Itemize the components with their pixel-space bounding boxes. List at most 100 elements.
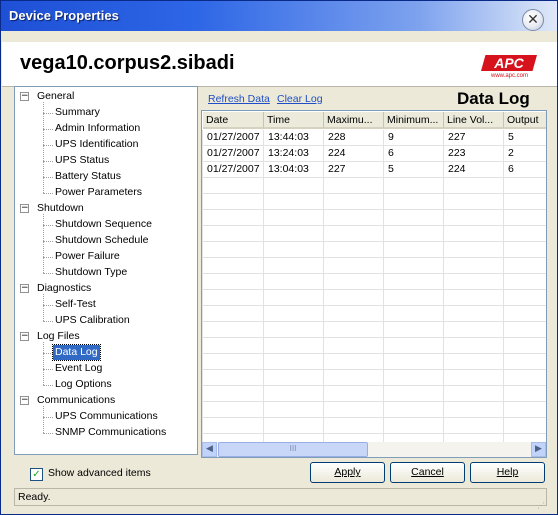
tree-item-summary[interactable]: Summary xyxy=(53,105,102,120)
data-log-list[interactable]: Date Time Maximu... Minimum... Line Vol... Ou… xyxy=(201,110,547,458)
navigation-tree[interactable]: − General Summary Admin Information UPS Iden… xyxy=(14,86,198,455)
tree-item-label: UPS Calibration xyxy=(55,314,130,326)
tree-connector xyxy=(43,241,53,242)
grid-line xyxy=(202,305,546,306)
clear-log-link[interactable]: Clear Log xyxy=(277,93,323,105)
tree-connector xyxy=(43,214,44,273)
tree-connector xyxy=(43,433,53,434)
show-advanced-label: Show advanced items xyxy=(48,467,151,479)
show-advanced-checkbox[interactable]: ✓ xyxy=(30,468,43,481)
column-header[interactable]: Date xyxy=(203,112,264,129)
horizontal-scrollbar[interactable]: ◀ III ▶ xyxy=(202,442,546,457)
tree-item-ups-status[interactable]: UPS Status xyxy=(53,153,111,168)
tree-connector xyxy=(43,257,53,258)
grid-line xyxy=(202,369,546,370)
arrow-left-icon: ◀ xyxy=(206,444,213,454)
tree-connector xyxy=(43,294,44,321)
apply-label: Apply xyxy=(334,466,361,478)
tree-connector xyxy=(43,193,53,194)
tree-item-log-files[interactable]: Log Files xyxy=(35,329,82,344)
column-header[interactable]: Output xyxy=(504,112,546,129)
tree-item-ups-communications[interactable]: UPS Communications xyxy=(53,409,160,424)
tree-item-self-test[interactable]: Self-Test xyxy=(53,297,98,312)
tree-item-shutdown-sequence[interactable]: Shutdown Sequence xyxy=(53,217,154,232)
tree-item-battery-status[interactable]: Battery Status xyxy=(53,169,123,184)
collapse-icon[interactable]: − xyxy=(20,396,29,405)
table-cell: 2 xyxy=(508,147,514,159)
grid-line xyxy=(202,257,546,258)
tree-item-label: Admin Information xyxy=(55,122,141,134)
title-bar[interactable]: Device Properties ✕ xyxy=(1,1,557,31)
table-cell: 224 xyxy=(328,147,346,159)
grid-line xyxy=(202,337,546,338)
tree-connector xyxy=(43,177,53,178)
column-header[interactable]: Time xyxy=(264,112,324,129)
grid-line xyxy=(202,193,546,194)
table-cell: 13:04:03 xyxy=(268,163,309,175)
tree-item-communications[interactable]: Communications xyxy=(35,393,117,408)
tree-connector xyxy=(43,417,53,418)
column-header[interactable]: Minimum... xyxy=(384,112,444,129)
scroll-thumb[interactable]: III xyxy=(218,442,368,457)
table-cell: 9 xyxy=(388,131,394,143)
tree-connector xyxy=(43,102,44,193)
column-header[interactable]: Maximu... xyxy=(324,112,384,129)
table-cell: 01/27/2007 xyxy=(207,163,260,175)
tree-item-ups-calibration[interactable]: UPS Calibration xyxy=(53,313,132,328)
tree-item-data-log[interactable]: Data Log xyxy=(52,344,101,361)
tree-item-shutdown-schedule[interactable]: Shutdown Schedule xyxy=(53,233,150,248)
tree-item-general[interactable]: General xyxy=(35,89,76,104)
table-cell: 228 xyxy=(328,131,346,143)
tree-item-snmp-communications[interactable]: SNMP Communications xyxy=(53,425,168,440)
table-cell: 227 xyxy=(448,131,466,143)
tree-item-admin-information[interactable]: Admin Information xyxy=(53,121,142,136)
table-cell: 224 xyxy=(448,163,466,175)
tree-item-label: Battery Status xyxy=(55,170,121,182)
checkmark-icon: ✓ xyxy=(32,469,41,480)
collapse-icon[interactable]: − xyxy=(20,92,29,101)
table-cell: 6 xyxy=(388,147,394,159)
grid-line xyxy=(202,289,546,290)
table-cell: 5 xyxy=(508,131,514,143)
help-label: Help xyxy=(496,466,519,478)
apc-logo-text: APC xyxy=(494,55,524,71)
tree-item-ups-identification[interactable]: UPS Identification xyxy=(53,137,140,152)
tree-item-label: UPS Communications xyxy=(55,410,158,422)
help-button[interactable]: Help xyxy=(470,462,545,483)
scroll-right-button[interactable]: ▶ xyxy=(531,442,546,457)
table-cell: 13:24:03 xyxy=(268,147,309,159)
collapse-icon[interactable]: − xyxy=(20,284,29,293)
grid-line xyxy=(202,433,546,434)
column-header[interactable]: Line Vol... xyxy=(444,112,504,129)
tree-item-label: Self-Test xyxy=(55,298,96,310)
tree-connector xyxy=(43,353,53,354)
grid-line xyxy=(202,385,546,386)
tree-item-log-options[interactable]: Log Options xyxy=(53,377,114,392)
status-text: Ready. xyxy=(18,491,51,503)
tree-item-label: SNMP Communications xyxy=(55,426,167,438)
host-name: vega10.corpus2.sibadi xyxy=(20,52,235,74)
grid-line xyxy=(202,401,546,402)
apply-button[interactable]: Apply xyxy=(310,462,385,483)
tree-item-power-failure[interactable]: Power Failure xyxy=(53,249,122,264)
arrow-right-icon: ▶ xyxy=(535,444,542,454)
tree-item-label: UPS Status xyxy=(55,154,110,166)
table-cell: 6 xyxy=(508,163,514,175)
tree-item-label: Log Options xyxy=(55,378,112,390)
tree-item-label: Communications xyxy=(37,394,116,406)
tree-item-label: Event Log xyxy=(55,362,103,374)
tree-item-shutdown-type[interactable]: Shutdown Type xyxy=(53,265,129,280)
apc-logo-url: www.apc.com xyxy=(491,73,529,79)
scroll-left-button[interactable]: ◀ xyxy=(202,442,217,457)
collapse-icon[interactable]: − xyxy=(20,204,29,213)
tree-item-label: Summary xyxy=(55,106,100,118)
grid-line xyxy=(202,273,546,274)
tree-item-power-parameters[interactable]: Power Parameters xyxy=(53,185,144,200)
close-button[interactable]: ✕ xyxy=(522,9,544,31)
resize-grip-icon[interactable]: ⋰ xyxy=(537,501,545,510)
tree-item-event-log[interactable]: Event Log xyxy=(53,361,104,376)
tree-connector xyxy=(43,406,44,433)
refresh-data-link[interactable]: Refresh Data xyxy=(208,93,270,105)
cancel-button[interactable]: Cancel xyxy=(390,462,465,483)
collapse-icon[interactable]: − xyxy=(20,332,29,341)
